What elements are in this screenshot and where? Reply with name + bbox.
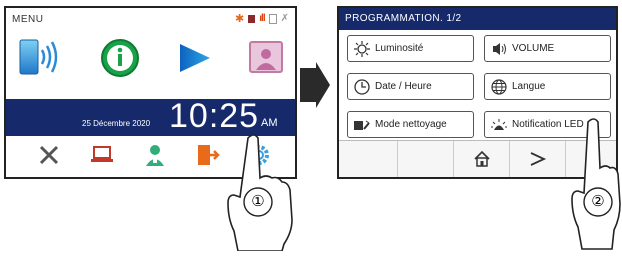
time-text: 10:25 (169, 97, 260, 135)
info-app-icon[interactable] (98, 36, 142, 86)
home-icon (474, 150, 490, 167)
next-page-button[interactable] (509, 141, 566, 177)
laptop-icon[interactable] (89, 142, 115, 168)
tablet-icon (268, 13, 277, 24)
menu-title: MENU (12, 14, 44, 25)
play-app-icon[interactable] (172, 36, 216, 86)
doctor-icon[interactable] (142, 142, 168, 168)
date-heure-button[interactable]: Date / Heure (347, 73, 474, 100)
led-icon (491, 117, 507, 133)
cleaning-icon (354, 117, 370, 133)
pointing-hand-1: ① (218, 132, 298, 252)
phone-app-icon[interactable] (16, 36, 60, 86)
globe-icon (491, 78, 507, 95)
langue-label: Langue (512, 81, 546, 92)
home-button[interactable] (453, 141, 510, 177)
nav-empty-2 (397, 141, 454, 177)
date-text: 25 Décembre 2020 (82, 119, 151, 128)
prog-header: PROGRAMMATION. 1/2 (339, 8, 616, 30)
langue-button[interactable]: Langue (484, 73, 611, 100)
ampm-text: AM (261, 117, 278, 129)
exit-door-icon[interactable] (194, 142, 220, 168)
intercom-app-icon[interactable] (244, 36, 288, 86)
sd-card-icon (248, 14, 256, 23)
mode-nettoyage-button[interactable]: Mode nettoyage (347, 111, 474, 138)
clock-bar: 25 Décembre 2020 10:25 AM (6, 97, 295, 136)
app-row (6, 36, 295, 94)
pointing-hand-2: ② (560, 118, 622, 251)
sun-icon (354, 40, 370, 57)
phone-off-icon: ✗ (280, 13, 289, 24)
signal-icon: ıll (259, 13, 265, 24)
date-heure-label: Date / Heure (375, 81, 432, 92)
nav-empty-1 (339, 141, 397, 177)
mode-nettoyage-label: Mode nettoyage (375, 119, 447, 130)
volume-label: VOLUME (512, 43, 555, 54)
close-icon[interactable] (36, 142, 62, 168)
bluetooth-off-icon: ✱ (235, 13, 245, 25)
volume-button[interactable]: VOLUME (484, 35, 611, 62)
step-1-label: ① (251, 193, 265, 210)
clock-icon (354, 78, 370, 95)
luminosite-label: Luminosité (375, 43, 424, 54)
luminosite-button[interactable]: Luminosité (347, 35, 474, 62)
speaker-icon (491, 41, 507, 57)
chevron-right-icon (530, 152, 547, 166)
step-2-label: ② (591, 193, 605, 210)
status-icons: ✱ ıll ✗ (235, 12, 289, 25)
next-arrow-icon (300, 62, 330, 108)
